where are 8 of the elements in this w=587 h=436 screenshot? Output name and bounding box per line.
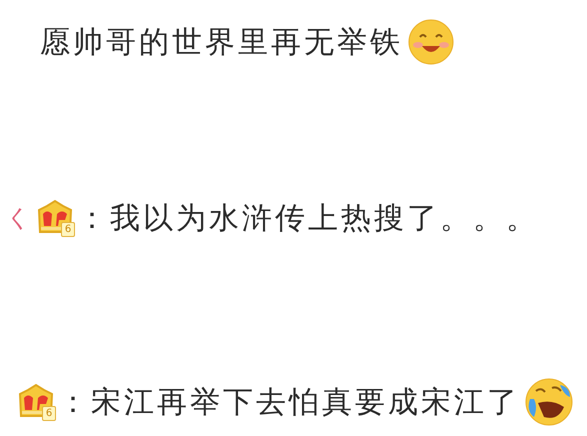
smiley-icon — [407, 18, 455, 66]
post-text: 愿帅哥的世界里再无举铁 — [40, 24, 403, 62]
reply-text: ：宋江再举下去怕真要成宋江了 — [58, 384, 520, 422]
reply-text: ：我以为水浒传上热搜了。。。 — [77, 200, 539, 238]
user-name[interactable]: く — [6, 202, 31, 234]
level-badge: 6 — [61, 222, 75, 237]
level-badge: 6 — [42, 406, 56, 421]
laughing-tears-icon — [524, 377, 574, 427]
